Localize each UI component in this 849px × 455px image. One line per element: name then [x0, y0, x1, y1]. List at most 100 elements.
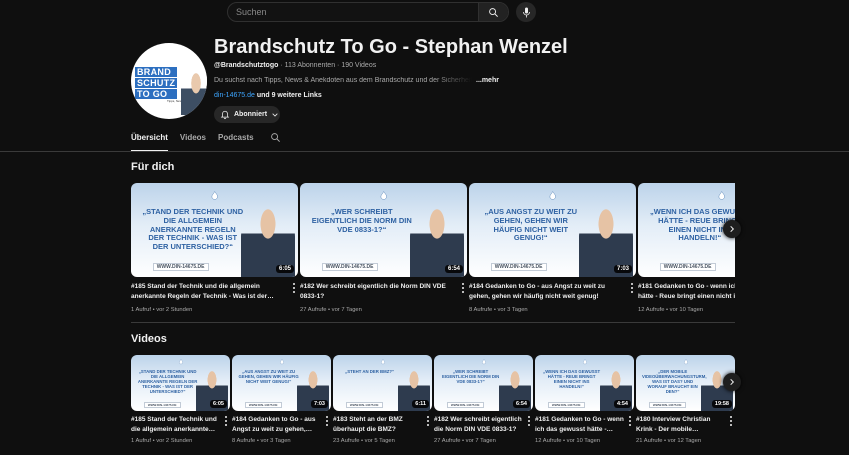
chevron-down-icon [272, 112, 278, 117]
video-thumbnail[interactable]: „Stand der Technik und die allgemein ane… [131, 355, 230, 411]
video-title[interactable]: #183 Steht an der BMZ überhaupt die BMZ? [333, 415, 422, 434]
fire-icon [279, 359, 284, 365]
more-vertical-icon[interactable] [424, 415, 432, 431]
search-icon[interactable] [270, 132, 281, 143]
thumbnail-url: WWW.DIN-14675.DE [547, 401, 585, 408]
thumbnail-url: WWW.DIN-14675.DE [244, 401, 282, 408]
thumbnail-quote: „Stand der Technik und die allgemein ane… [142, 207, 244, 251]
video-card[interactable]: „Wer schreibt eigentlich die Norm DIN VD… [434, 355, 533, 444]
video-title[interactable]: #185 Stand der Technik und die allgemein… [131, 415, 220, 434]
video-thumbnail[interactable]: „Wer schreibt eigentlich die Norm DIN VD… [434, 355, 533, 411]
thumbnail-quote: „Aus Angst zu weit zu gehen, gehen wir h… [484, 207, 578, 243]
video-info: #181 Gedanken to Go - wenn ich das gewus… [535, 415, 634, 444]
video-meta: 8 Aufrufe • vor 3 Tagen [469, 307, 528, 313]
more-vertical-icon[interactable] [222, 415, 230, 431]
channel-description-text: Du suchst nach Tipps, News & Anekdoten a… [214, 77, 472, 84]
search-icon [489, 7, 498, 17]
mic-icon [522, 7, 530, 17]
tab-videos[interactable]: Videos [180, 133, 206, 150]
voice-search-button[interactable] [516, 2, 536, 22]
channel-link[interactable]: din-14675.de [214, 92, 255, 99]
video-title[interactable]: #182 Wer schreibt eigentlich die Norm DI… [300, 282, 455, 301]
chevron-right-icon [730, 225, 735, 233]
video-card[interactable]: „Wenn ich das gewusst hätte - Reue bring… [535, 355, 634, 444]
channel-handle: @Brandschutztogo [214, 62, 279, 69]
search-button[interactable] [478, 3, 508, 21]
video-duration: 4:54 [613, 400, 631, 408]
video-duration: 19:58 [711, 400, 732, 408]
more-vertical-icon[interactable] [727, 415, 735, 431]
bell-icon [220, 110, 230, 119]
avatar-person [181, 71, 207, 115]
video-title[interactable]: #184 Gedanken to Go - aus Angst zu weit … [469, 282, 624, 301]
video-title[interactable]: #182 Wer schreibt eigentlich die Norm DI… [434, 415, 523, 434]
thumbnail-url: WWW.DIN-14675.DE [143, 401, 181, 408]
video-meta: 23 Aufrufe • vor 5 Tagen [333, 438, 395, 444]
video-thumbnail[interactable]: „Aus Angst zu weit zu gehen, gehen wir h… [232, 355, 331, 411]
thumbnail-quote: „Steht an der BMZ?“ [345, 369, 395, 375]
video-thumbnail[interactable]: „Der mobile Videoüberwachungsturm, was i… [636, 355, 735, 411]
chevron-right-icon [730, 378, 735, 386]
subscribed-button[interactable]: Abonniert [214, 106, 280, 123]
video-title[interactable]: #180 Interview Christian Krink - Der mob… [636, 415, 725, 434]
more-vertical-icon[interactable] [290, 282, 298, 298]
more-vertical-icon[interactable] [628, 282, 636, 298]
avatar-logo-line: SCHUTZ [135, 78, 178, 88]
more-links[interactable]: und 9 weitere Links [255, 92, 322, 99]
section-title-videos: Videos [131, 333, 167, 345]
for-you-row: „Stand der Technik und die allgemein ane… [131, 183, 735, 313]
video-card[interactable]: „Stand der Technik und die allgemein ane… [131, 355, 230, 444]
video-meta: 12 Aufrufe • vor 10 Tagen [535, 438, 601, 444]
video-meta: 8 Aufrufe • vor 3 Tagen [232, 438, 291, 444]
for-you-next-button[interactable] [723, 220, 741, 238]
channel-links: din-14675.de und 9 weitere Links [214, 92, 322, 99]
video-duration: 7:03 [613, 265, 632, 273]
channel-tabs: Übersicht Videos Podcasts [131, 133, 281, 152]
video-thumbnail[interactable]: „Steht an der BMZ?“ WWW.DIN-14675.DE 6:1… [333, 355, 432, 411]
channel-avatar[interactable]: BRAND SCHUTZ TO GO Tipps, News und Anekd… [131, 43, 207, 119]
more-vertical-icon[interactable] [626, 415, 634, 431]
video-thumbnail[interactable]: „Wenn ich das gewusst hätte - Reue bring… [535, 355, 634, 411]
fire-icon [683, 359, 688, 365]
tab-podcasts[interactable]: Podcasts [218, 133, 254, 150]
more-vertical-icon[interactable] [525, 415, 533, 431]
video-card[interactable]: „Der mobile Videoüberwachungsturm, was i… [636, 355, 735, 444]
tab-overview[interactable]: Übersicht [131, 133, 168, 152]
video-card[interactable]: „Steht an der BMZ?“ WWW.DIN-14675.DE 6:1… [333, 355, 432, 444]
video-title[interactable]: #181 Gedanken to Go - wenn ich das gewus… [535, 415, 624, 434]
video-title[interactable]: #184 Gedanken to Go - aus Angst zu weit … [232, 415, 321, 434]
video-thumbnail[interactable]: „Aus Angst zu weit zu gehen, gehen wir h… [469, 183, 636, 277]
video-info: #184 Gedanken to Go - aus Angst zu weit … [232, 415, 331, 444]
thumbnail-url: WWW.DIN-14675.DE [152, 263, 209, 272]
video-card[interactable]: „Aus Angst zu weit zu gehen, gehen wir h… [232, 355, 331, 444]
videos-next-button[interactable] [723, 373, 741, 391]
video-title[interactable]: #185 Stand der Technik und die allgemein… [131, 282, 286, 301]
video-count: 190 Videos [341, 62, 377, 69]
video-duration: 6:11 [412, 400, 429, 408]
fire-icon [380, 190, 387, 200]
video-info: #185 Stand der Technik und die allgemein… [131, 282, 298, 313]
video-duration: 6:05 [275, 265, 294, 273]
thumbnail-quote: „Wenn ich das gewusst hätte - Reue bring… [649, 207, 735, 243]
video-card[interactable]: „Aus Angst zu weit zu gehen, gehen wir h… [469, 183, 636, 313]
video-info: #183 Steht an der BMZ überhaupt die BMZ?… [333, 415, 432, 444]
video-card[interactable]: „Wer schreibt eigentlich die Norm DIN VD… [300, 183, 467, 313]
video-thumbnail[interactable]: „Wer schreibt eigentlich die Norm DIN VD… [300, 183, 467, 277]
channel-description[interactable]: Du suchst nach Tipps, News & Anekdoten a… [214, 77, 514, 84]
video-thumbnail[interactable]: „Wenn ich das gewusst hätte - Reue bring… [638, 183, 735, 277]
video-thumbnail[interactable]: „Stand der Technik und die allgemein ane… [131, 183, 298, 277]
more-vertical-icon[interactable] [459, 282, 467, 298]
more-vertical-icon[interactable] [323, 415, 331, 431]
fire-icon [211, 190, 218, 200]
video-meta: 12 Aufrufe • vor 10 Tagen [638, 307, 704, 313]
thumbnail-quote: „Wer schreibt eigentlich die Norm DIN VD… [311, 207, 412, 234]
description-more-link[interactable]: ...mehr [476, 77, 499, 84]
fire-icon [582, 359, 587, 365]
video-card[interactable]: „Wenn ich das gewusst hätte - Reue bring… [638, 183, 735, 313]
channel-title: Brandschutz To Go - Stephan Wenzel [214, 36, 568, 58]
search-input[interactable] [228, 3, 478, 21]
videos-row: „Stand der Technik und die allgemein ane… [131, 355, 735, 444]
thumbnail-url: WWW.DIN-14675.DE [321, 263, 378, 272]
video-card[interactable]: „Stand der Technik und die allgemein ane… [131, 183, 298, 313]
video-title[interactable]: #181 Gedanken to Go - wenn ich das gewus… [638, 282, 735, 301]
